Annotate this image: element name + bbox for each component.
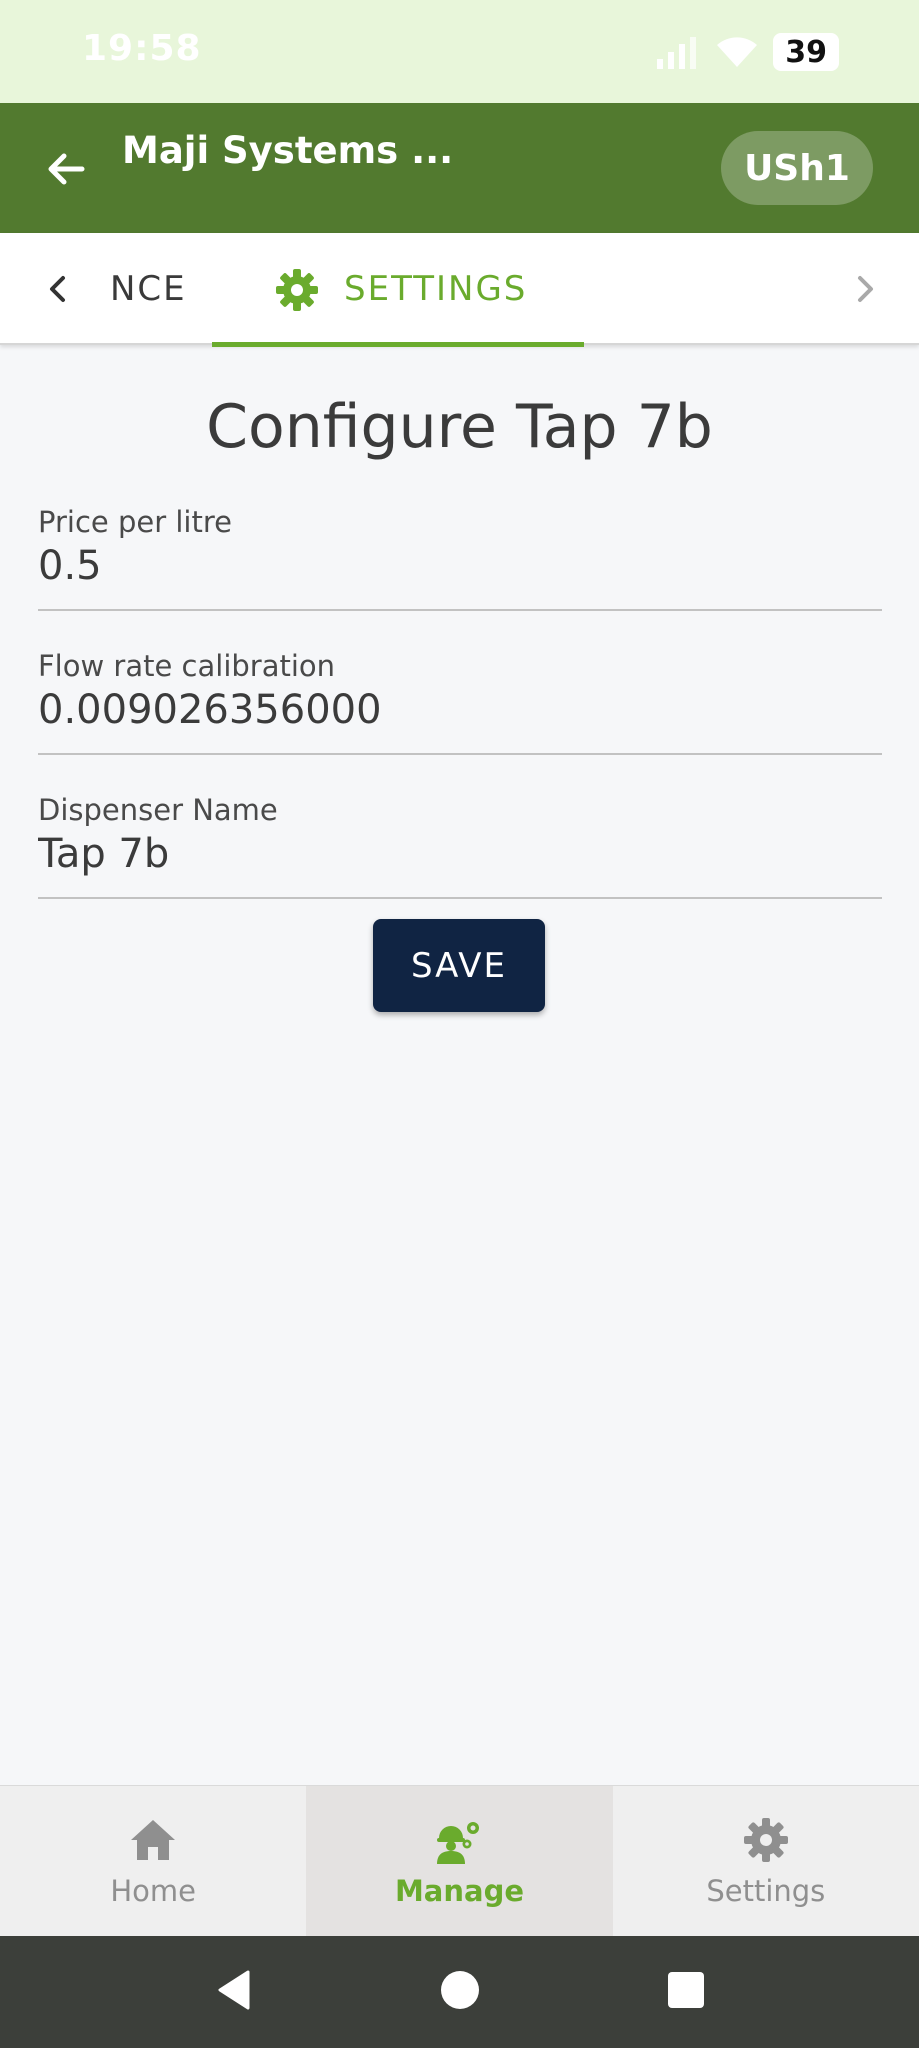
bottom-nav: Home Manage Settings (0, 1785, 919, 1936)
nav-settings[interactable]: Settings (613, 1786, 919, 1936)
chevron-left-icon[interactable] (38, 269, 78, 309)
system-home-icon[interactable] (438, 1968, 482, 2012)
battery-level: 39 (785, 34, 827, 70)
nav-home-label: Home (110, 1874, 196, 1908)
wifi-icon (717, 37, 758, 67)
app-title: Maji Systems ... (122, 129, 454, 172)
flow-rate-calibration-input[interactable] (38, 683, 882, 741)
system-back-icon[interactable] (212, 1968, 256, 2012)
flow-rate-calibration-label: Flow rate calibration (38, 649, 336, 683)
save-button[interactable]: SAVE (373, 919, 545, 1012)
price-per-litre-field: Price per litre (38, 505, 882, 611)
app-bar: Maji Systems ... USh1 (0, 103, 919, 233)
nav-manage-label: Manage (394, 1874, 525, 1908)
status-bar: 19:58 39 (0, 0, 919, 103)
nav-manage[interactable]: Manage (306, 1786, 613, 1936)
dispenser-name-input[interactable] (38, 827, 882, 885)
tab-settings-label: SETTINGS (344, 269, 528, 309)
dispenser-name-label: Dispenser Name (38, 793, 278, 827)
tab-bar: NCE SETTINGS (0, 233, 919, 347)
system-recents-icon[interactable] (664, 1968, 708, 2012)
tab-settings[interactable]: SETTINGS (212, 233, 584, 347)
nav-home[interactable]: Home (0, 1786, 306, 1936)
chevron-right-icon[interactable] (845, 269, 885, 309)
gear-icon (743, 1818, 788, 1862)
gear-icon (276, 269, 318, 311)
signal-icon (657, 37, 697, 69)
flow-rate-calibration-field: Flow rate calibration (38, 649, 882, 755)
price-per-litre-label: Price per litre (38, 505, 232, 539)
nav-settings-label: Settings (706, 1874, 826, 1908)
tab-previous-partial[interactable]: NCE (110, 269, 187, 309)
home-icon (131, 1820, 176, 1860)
price-per-litre-input[interactable] (38, 539, 882, 597)
currency-badge[interactable]: USh1 (721, 131, 873, 205)
page-title: Configure Tap 7b (206, 392, 713, 462)
system-nav-bar (0, 1936, 919, 2048)
manage-icon (437, 1822, 480, 1864)
dispenser-name-field: Dispenser Name (38, 793, 882, 899)
back-arrow-icon[interactable] (42, 145, 90, 193)
status-icons: 39 (655, 30, 839, 74)
status-time: 19:58 (82, 28, 202, 69)
active-tab-indicator (212, 342, 584, 347)
battery-indicator: 39 (773, 33, 839, 71)
